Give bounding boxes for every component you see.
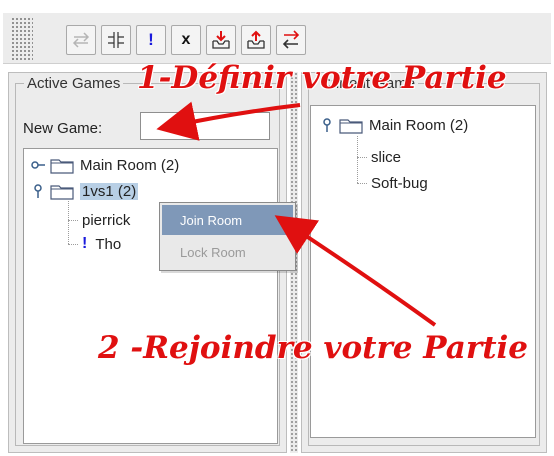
app-window: ! x Active Games New Game: Main Room (2)… [0,0,554,456]
annotation-arrow-2 [274,215,437,327]
annotation-step-2: 2 -Rejoindre votre Partie [98,330,529,366]
annotation-step-1: 1-Définir votre Partie [137,60,507,96]
annotation-arrow-1 [156,101,301,141]
